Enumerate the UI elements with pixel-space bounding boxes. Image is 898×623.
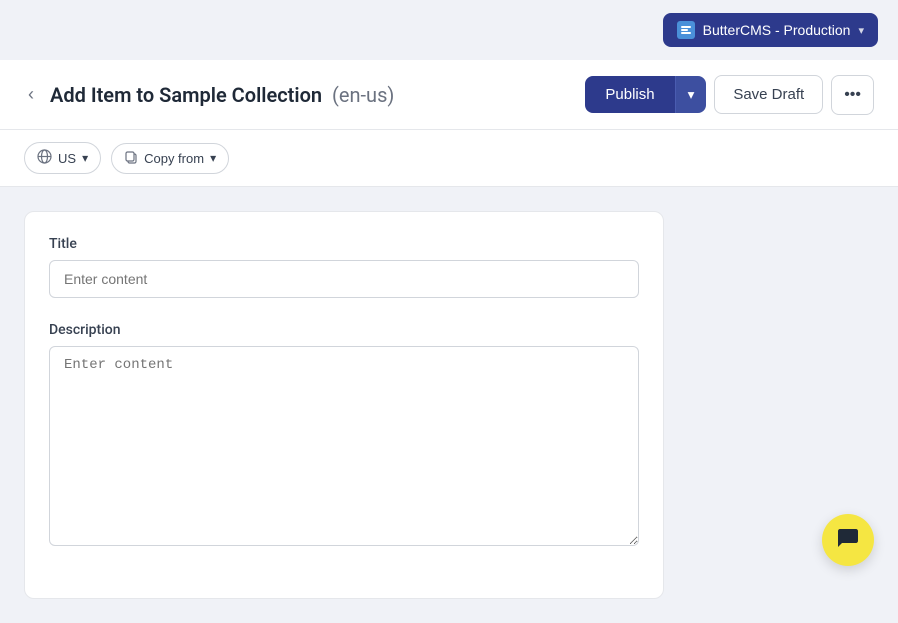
description-label: Description <box>49 322 639 338</box>
top-nav: ButterCMS - Production ▾ <box>0 0 898 60</box>
locale-chevron-icon: ▾ <box>82 151 88 165</box>
cms-icon <box>677 21 695 39</box>
cms-button-label: ButterCMS - Production <box>703 22 851 38</box>
copy-icon <box>124 150 138 167</box>
title-field: Title <box>49 236 639 298</box>
title-input[interactable] <box>49 260 639 298</box>
cms-chevron-icon: ▾ <box>858 24 864 37</box>
locale-button[interactable]: US ▾ <box>24 142 101 174</box>
page-header: ‹ Add Item to Sample Collection (en-us) … <box>0 60 898 130</box>
back-icon: ‹ <box>28 84 34 105</box>
page-title-locale: (en-us) <box>332 83 394 107</box>
form-card: Title Description <box>24 211 664 599</box>
main-content: Title Description <box>0 187 898 623</box>
page-title: Add Item to Sample Collection (en-us) <box>50 83 394 107</box>
description-input[interactable] <box>49 346 639 546</box>
publish-button[interactable]: Publish <box>585 76 674 113</box>
title-label: Title <box>49 236 639 252</box>
publish-dropdown-icon: ▾ <box>688 87 695 103</box>
page-header-right: Publish ▾ Save Draft ••• <box>585 75 874 115</box>
cms-button[interactable]: ButterCMS - Production ▾ <box>663 13 878 47</box>
toolbar: US ▾ Copy from ▾ <box>0 130 898 187</box>
page-title-text: Add Item to Sample Collection <box>50 83 322 107</box>
back-button[interactable]: ‹ <box>24 80 38 109</box>
chat-button[interactable] <box>822 514 874 566</box>
copy-from-chevron-icon: ▾ <box>210 151 216 165</box>
chat-icon <box>836 525 860 555</box>
locale-label: US <box>58 151 76 166</box>
copy-from-label: Copy from <box>144 151 204 166</box>
globe-icon <box>37 149 52 167</box>
copy-from-button[interactable]: Copy from ▾ <box>111 143 229 174</box>
description-field: Description <box>49 322 639 550</box>
publish-button-group: Publish ▾ <box>585 76 706 113</box>
page-header-left: ‹ Add Item to Sample Collection (en-us) <box>24 80 394 109</box>
more-options-button[interactable]: ••• <box>831 75 874 115</box>
save-draft-button[interactable]: Save Draft <box>714 75 823 114</box>
publish-dropdown-button[interactable]: ▾ <box>675 76 707 113</box>
